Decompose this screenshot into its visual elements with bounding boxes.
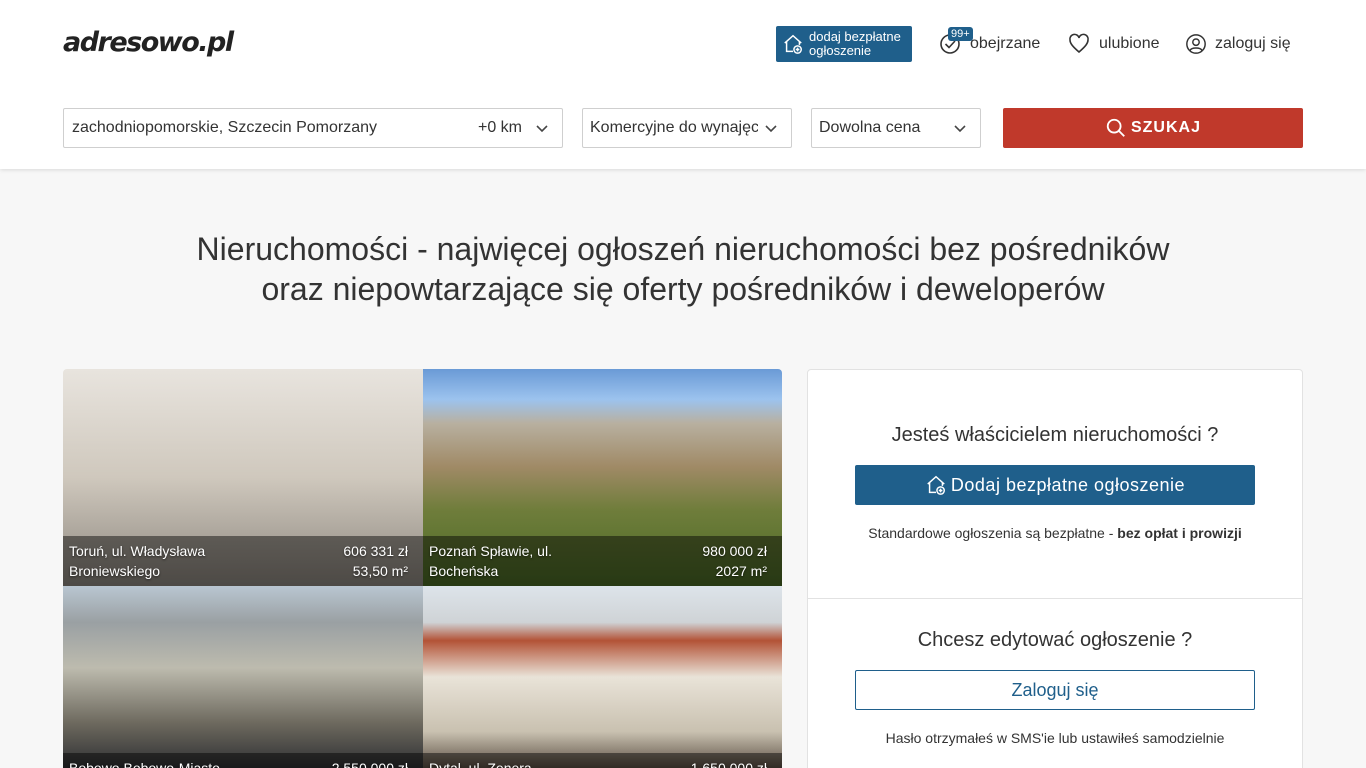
listing-caption: Poznań Spławie, ul. Bocheńska 980 000 zł…: [423, 536, 782, 586]
headline-line-1: Nieruchomości - najwięcej ogłoszeń nieru…: [196, 231, 1170, 267]
chevron-down-icon: [536, 125, 548, 133]
add-listing-button[interactable]: dodaj bezpłatne ogłoszenie: [776, 26, 912, 62]
listing-tile[interactable]: Bobowo Bobowo-Miasto 2 550 000 zł: [63, 586, 423, 768]
search-label: SZUKAJ: [1130, 119, 1201, 136]
search-icon: [1106, 118, 1125, 137]
listing-tile[interactable]: Toruń, ul. Władysława Broniewskiego 606 …: [63, 369, 423, 586]
listing-location: Poznań Spławie, ul. Bocheńska: [429, 543, 552, 579]
location-value: zachodniopomorskie, Szczecin Pomorzany: [72, 119, 378, 136]
nav-login[interactable]: zaloguj się: [1185, 30, 1291, 58]
listing-location: Dytal, ul. Zenera: [429, 760, 532, 768]
password-note: Hasło otrzymałeś w SMS'ie lub ustawiłeś …: [885, 730, 1225, 746]
listing-area: 53,50 m²: [352, 563, 408, 579]
featured-listings: Toruń, ul. Władysława Broniewskiego 606 …: [63, 369, 782, 768]
house-plus-icon: [784, 34, 802, 54]
listing-location: Toruń, ul. Władysława Broniewskiego: [69, 543, 206, 579]
note-prefix: Standardowe ogłoszenia są bezpłatne -: [868, 525, 1118, 541]
viewed-badge: 99+: [948, 27, 973, 41]
site-logo[interactable]: adresowo.pl: [63, 27, 234, 58]
owner-card: Jesteś właścicielem nieruchomości ? Doda…: [807, 369, 1303, 768]
login-button[interactable]: Zaloguj się: [855, 670, 1255, 710]
listing-tile[interactable]: Dytal, ul. Zenera 1 650 000 zł: [423, 586, 782, 768]
nav-favorites[interactable]: ulubione: [1067, 30, 1160, 58]
search-button[interactable]: SZUKAJ: [1003, 108, 1303, 148]
listing-tile[interactable]: Poznań Spławie, ul. Bocheńska 980 000 zł…: [423, 369, 782, 586]
listing-values: 606 331 zł 53,50 m²: [343, 541, 408, 581]
price-value: Dowolna cena: [819, 119, 921, 136]
listing-location: Bobowo Bobowo-Miasto: [69, 760, 220, 768]
listing-price: 2 550 000 zł: [331, 760, 408, 768]
chevron-down-icon: [954, 125, 966, 133]
price-select[interactable]: Dowolna cena: [811, 108, 981, 148]
add-free-listing-label: Dodaj bezpłatne ogłoszenie: [950, 474, 1186, 495]
add-free-listing-button[interactable]: Dodaj bezpłatne ogłoszenie: [855, 465, 1255, 505]
listing-caption: Dytal, ul. Zenera 1 650 000 zł: [423, 753, 782, 768]
add-listing-label: dodaj bezpłatne ogłoszenie: [809, 29, 901, 58]
heart-icon: [1069, 33, 1089, 54]
page-headline: Nieruchomości - najwięcej ogłoszeń nieru…: [0, 229, 1366, 309]
listing-caption: Toruń, ul. Władysława Broniewskiego 606 …: [63, 536, 423, 586]
property-type-value: Komercyjne do wynajęcia: [590, 119, 758, 136]
listing-price: 1 650 000 zł: [690, 760, 767, 768]
site-header: adresowo.pl dodaj bezpłatne ogłoszenie 9…: [0, 0, 1366, 169]
divider: [808, 598, 1302, 599]
nav-viewed[interactable]: 99+ obejrzane: [938, 27, 1041, 58]
listing-values: 2 550 000 zł: [332, 758, 408, 768]
listing-area: 2027 m²: [715, 563, 767, 579]
user-circle-icon: [1186, 34, 1206, 54]
listing-values: 1 650 000 zł: [691, 758, 767, 768]
listing-caption: Bobowo Bobowo-Miasto 2 550 000 zł: [63, 753, 423, 768]
radius-value: +0 km: [477, 119, 522, 136]
headline-line-2: oraz niepowtarzające się oferty pośredni…: [261, 271, 1105, 307]
note-bold: bez opłat i prowizji: [1117, 525, 1242, 541]
listing-price: 606 331 zł: [343, 543, 408, 559]
chevron-down-icon: [765, 125, 777, 133]
owner-card-title: Jesteś właścicielem nieruchomości ?: [891, 424, 1219, 446]
login-label: zaloguj się: [1215, 35, 1291, 52]
property-type-select[interactable]: Komercyjne do wynajęcia: [582, 108, 792, 148]
listing-price: 980 000 zł: [702, 543, 767, 559]
house-plus-icon: [927, 475, 945, 495]
favorites-label: ulubione: [1099, 35, 1160, 52]
viewed-label: obejrzane: [970, 35, 1041, 52]
listing-values: 980 000 zł 2027 m²: [702, 541, 767, 581]
edit-card-title: Chcesz edytować ogłoszenie ?: [917, 629, 1193, 651]
free-listing-note: Standardowe ogłoszenia są bezpłatne - be…: [808, 525, 1302, 541]
location-select[interactable]: zachodniopomorskie, Szczecin Pomorzany +…: [63, 108, 563, 148]
